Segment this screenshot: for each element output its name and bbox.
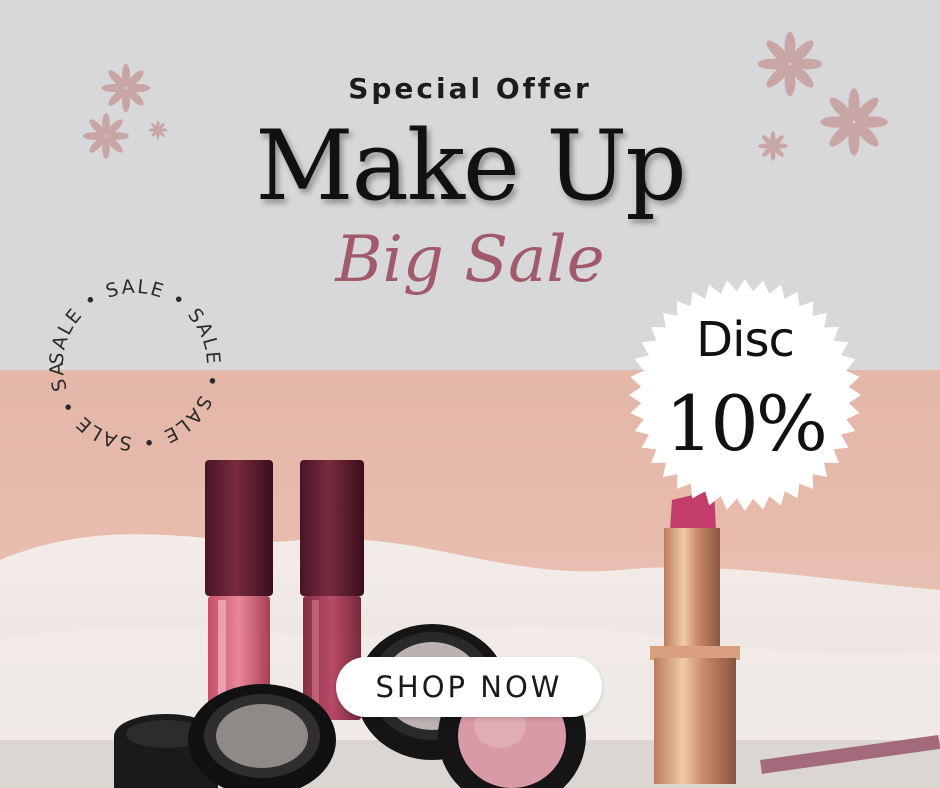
discount-value: 10% [665, 379, 828, 468]
promo-banner: Special Offer Make Up Big Sale SALE • SA… [0, 0, 940, 788]
shop-now-button[interactable]: SHOP NOW [336, 657, 602, 717]
sale-ring-badge: SALE • SALE • SALE • SALE • SALE • SALE … [40, 270, 224, 454]
svg-text:SALE • SALE • SALE • SALE • SA: SALE • SALE • SALE • SALE • SALE • SALE … [40, 270, 224, 454]
page-title: Make Up [255, 110, 686, 222]
sale-ring-text: SALE • SALE • SALE • SALE • SALE • SALE … [40, 270, 222, 454]
lip-gloss [205, 460, 273, 716]
discount-label: Disc [696, 312, 795, 368]
special-offer-label: Special Offer [348, 72, 592, 105]
